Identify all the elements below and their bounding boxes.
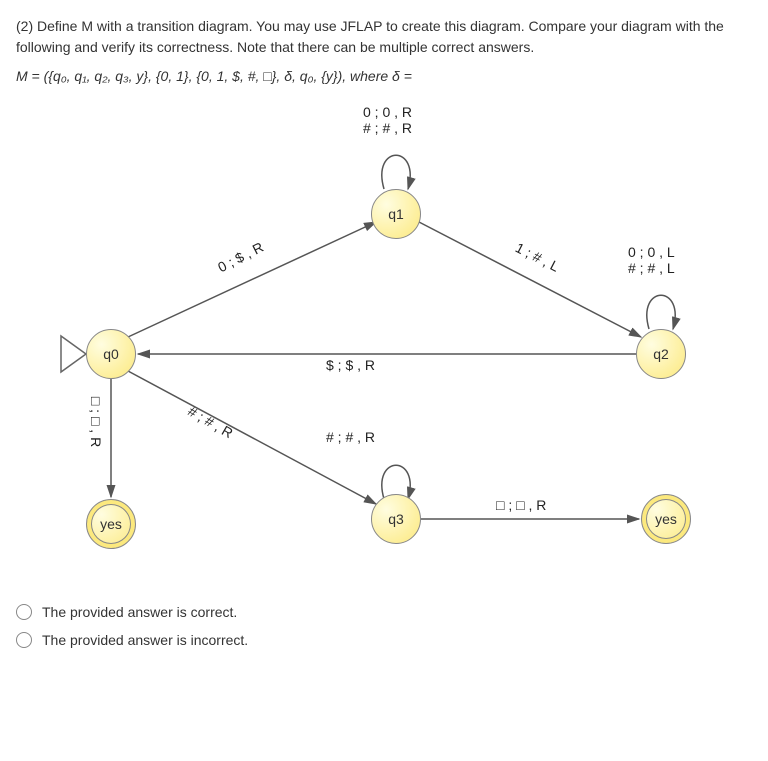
label-q3-yes2: □ ; □ , R: [496, 497, 546, 513]
state-q3: q3: [371, 494, 421, 544]
options-group: The provided answer is correct. The prov…: [16, 604, 752, 648]
label-q1-q2: 1 ; # , L: [513, 239, 562, 274]
state-yes-right: yes: [641, 494, 691, 544]
state-label: q3: [388, 511, 404, 527]
state-label: q1: [388, 206, 404, 222]
label-q2-loop: 0 ; 0 , L # ; # , L: [628, 244, 675, 276]
label-q0-yes1: □ ; □ , R: [88, 397, 104, 447]
label-q2-q0: $ ; $ , R: [326, 357, 375, 373]
question-text: (2) Define M with a transition diagram. …: [16, 16, 752, 58]
label-q3-loop: # ; # , R: [326, 429, 375, 445]
option-label: The provided answer is correct.: [42, 604, 237, 620]
option-label: The provided answer is incorrect.: [42, 632, 248, 648]
option-correct[interactable]: The provided answer is correct.: [16, 604, 752, 620]
formula: M = ({q₀, q₁, q₂, q₃, y}, {0, 1}, {0, 1,…: [16, 68, 752, 84]
radio-icon: [16, 632, 32, 648]
option-incorrect[interactable]: The provided answer is incorrect.: [16, 632, 752, 648]
state-yes-left: yes: [86, 499, 136, 549]
state-label: q0: [103, 346, 119, 362]
state-label: yes: [655, 511, 677, 527]
radio-icon: [16, 604, 32, 620]
state-q0: q0: [86, 329, 136, 379]
state-label: q2: [653, 346, 669, 362]
state-label: yes: [100, 516, 122, 532]
state-q2: q2: [636, 329, 686, 379]
label-q0-q3: # ; # , R: [185, 403, 235, 441]
label-q1-loop: 0 ; 0 , R # ; # , R: [363, 104, 412, 136]
transition-diagram: q0 q1 q2 q3 yes yes 0 ; 0 , R # ; # , R …: [16, 104, 736, 584]
state-q1: q1: [371, 189, 421, 239]
label-q0-q1: 0 ; $ , R: [215, 239, 266, 276]
